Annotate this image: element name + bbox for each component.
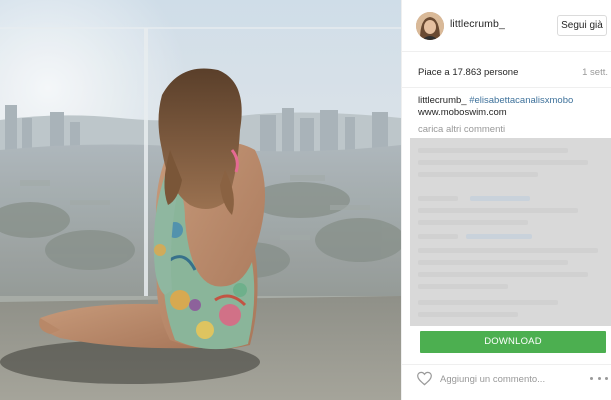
post-sidebar: littlecrumb_ Segui già Piace a 17.863 pe…	[401, 0, 611, 400]
footer-divider	[402, 364, 611, 365]
likes-row: Piace a 17.863 persone 1 sett.	[402, 52, 611, 88]
username[interactable]: littlecrumb_	[450, 18, 505, 30]
blurred-comment-line	[418, 272, 588, 277]
more-options-dot	[605, 376, 608, 380]
download-button[interactable]: DOWNLOAD	[420, 331, 606, 353]
blurred-comment-line	[418, 312, 518, 317]
more-options-dot	[597, 376, 601, 380]
blurred-comment-line	[418, 148, 568, 153]
load-more-comments-link[interactable]: carica altri commenti	[418, 124, 505, 135]
blurred-comment-line	[418, 260, 568, 265]
comments-overlay	[410, 138, 611, 326]
post-time: 1 sett.	[582, 67, 608, 78]
caption-hashtag[interactable]: #elisabettacanalisxmobo	[469, 95, 573, 106]
post-photo[interactable]	[0, 0, 401, 400]
more-options-icon[interactable]	[590, 373, 608, 383]
following-button[interactable]: Segui già	[557, 15, 607, 36]
post-caption: littlecrumb_ #elisabettacanalisxmobo www…	[418, 95, 608, 119]
blurred-comment-line	[418, 160, 588, 165]
blurred-comment-line	[418, 234, 458, 239]
caption-website: www.moboswim.com	[418, 107, 507, 118]
avatar-image	[416, 12, 444, 40]
blurred-comment-line	[418, 284, 508, 289]
blurred-comment-line	[418, 248, 598, 253]
blurred-comment-line	[418, 172, 538, 177]
blurred-comment-line	[418, 196, 458, 201]
blurred-comment-line	[418, 208, 578, 213]
blurred-comment-line	[470, 196, 530, 201]
blurred-comment-line	[466, 234, 532, 239]
blurred-comment-line	[418, 300, 558, 305]
heart-icon-shape	[417, 371, 432, 386]
more-options-dot	[590, 376, 593, 380]
instagram-post: littlecrumb_ Segui già Piace a 17.863 pe…	[0, 0, 611, 400]
post-image	[0, 0, 401, 400]
post-header: littlecrumb_ Segui già	[402, 0, 611, 52]
add-comment-input[interactable]	[440, 371, 585, 387]
blurred-comment-line	[418, 220, 528, 225]
avatar[interactable]	[416, 12, 444, 40]
likes-count[interactable]: Piace a 17.863 persone	[418, 67, 518, 78]
heart-icon[interactable]	[416, 371, 433, 386]
caption-username[interactable]: littlecrumb_	[418, 95, 467, 106]
